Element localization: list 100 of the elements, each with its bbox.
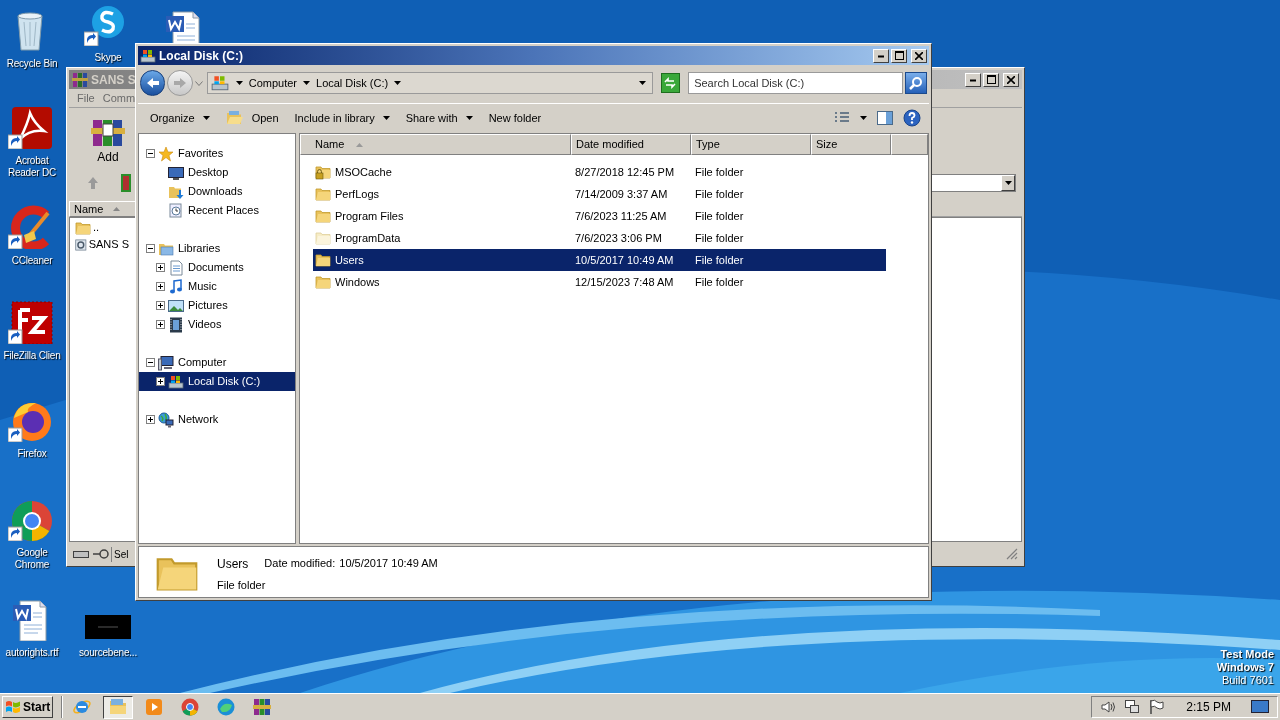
preview-pane-button[interactable] xyxy=(877,111,893,125)
column-header[interactable]: Date modified xyxy=(571,134,691,155)
maximize-button[interactable] xyxy=(983,72,999,87)
column-header[interactable]: Name xyxy=(300,134,571,155)
key-icon xyxy=(93,548,109,560)
close-button[interactable] xyxy=(911,48,927,63)
desktop-icon-label[interactable]: Google Chrome xyxy=(1,547,63,571)
back-button[interactable] xyxy=(140,70,166,96)
toolbar-button[interactable]: Organize xyxy=(144,107,216,129)
minus-icon xyxy=(147,150,154,157)
toolbar-button[interactable]: New folder xyxy=(482,107,548,129)
folder-icon xyxy=(108,697,129,717)
desktop-icon-label[interactable]: Firefox xyxy=(17,448,47,460)
maximize-icon xyxy=(894,51,904,60)
plus-icon xyxy=(157,302,164,309)
tree-item-label: Network xyxy=(178,412,219,428)
add-button[interactable]: Add xyxy=(87,116,129,166)
desktop-icon-label[interactable]: autorights.rtf xyxy=(5,647,59,659)
date-modified: 7/6/2023 11:25 AM xyxy=(574,208,668,224)
collapse-button[interactable] xyxy=(146,358,155,367)
locked-folder-icon xyxy=(315,164,331,180)
desktop-icon-label[interactable]: Acrobat Reader DC xyxy=(1,155,63,179)
maximize-button[interactable] xyxy=(891,48,907,63)
details-date: 10/5/2017 10:49 AM xyxy=(339,556,438,571)
plus-icon xyxy=(157,283,164,290)
sort-icon xyxy=(113,207,121,211)
file-row[interactable]: SANS S xyxy=(71,236,133,253)
close-button[interactable] xyxy=(1003,72,1019,87)
expand-button[interactable] xyxy=(156,320,165,329)
file-type: File folder xyxy=(694,230,745,246)
show-desktop-icon[interactable] xyxy=(1251,699,1269,715)
taskbar-button[interactable] xyxy=(103,695,134,719)
path-dropdown[interactable] xyxy=(930,174,1016,192)
toolbar-button[interactable]: Include in library xyxy=(288,107,396,129)
search-field[interactable]: Search Local Disk (C:) xyxy=(688,72,904,94)
menu-item[interactable]: Comm xyxy=(102,89,136,107)
expand-button[interactable] xyxy=(156,282,165,291)
desktop-icon-label[interactable]: Skype xyxy=(94,52,122,64)
breadcrumb-item[interactable]: Computer xyxy=(248,74,310,92)
minimize-button[interactable] xyxy=(873,48,889,63)
clock[interactable]: 2:15 PM xyxy=(1186,698,1231,716)
desktop-icon-label[interactable]: CCleaner xyxy=(11,255,53,267)
minus-icon xyxy=(147,359,154,366)
file-type: File folder xyxy=(694,252,745,268)
dropdown-caret-icon xyxy=(638,81,646,85)
file-type: File folder xyxy=(694,164,745,180)
plus-icon xyxy=(147,416,154,423)
desktop-icon-label[interactable]: FileZilla Clien xyxy=(3,350,61,362)
file-type: File folder xyxy=(694,186,745,202)
menu-item[interactable]: File xyxy=(77,89,95,107)
dropdown-button[interactable] xyxy=(1001,175,1015,191)
view-options-button[interactable] xyxy=(834,111,867,125)
collapse-button[interactable] xyxy=(146,149,155,158)
expand-button[interactable] xyxy=(156,263,165,272)
date-modified: 8/27/2018 12:45 PM xyxy=(574,164,676,180)
caret-icon xyxy=(465,116,473,120)
start-button[interactable]: Start xyxy=(2,696,54,718)
toolbar-button[interactable]: Open xyxy=(219,107,285,129)
file-name: ProgramData xyxy=(335,230,401,246)
breadcrumb-item[interactable]: Local Disk (C:) xyxy=(316,74,402,92)
date-modified: 12/15/2023 7:48 AM xyxy=(574,274,675,290)
help-button[interactable] xyxy=(903,109,921,127)
resize-grip-icon[interactable] xyxy=(1006,548,1018,560)
expand-button[interactable] xyxy=(146,415,155,424)
drive-icon xyxy=(73,549,89,559)
file-row[interactable]: Users 10/5/2017 10:49 AM File folder xyxy=(313,249,886,271)
window-title: SANS S xyxy=(91,71,136,89)
star-icon xyxy=(158,145,174,162)
address-bar[interactable]: Computer Local Disk (C:) xyxy=(206,72,653,94)
sort-icon xyxy=(356,142,364,147)
network-icon[interactable] xyxy=(1124,699,1141,715)
expand-button[interactable] xyxy=(156,377,165,386)
minimize-button[interactable] xyxy=(965,72,981,87)
forward-arrow-icon xyxy=(174,78,187,88)
caret-icon xyxy=(202,116,210,120)
search-button[interactable] xyxy=(905,72,927,94)
help-icon xyxy=(903,109,921,127)
desktop-icon-label[interactable]: Recycle Bin xyxy=(6,58,58,70)
network-globe-icon xyxy=(158,411,174,428)
flag-icon[interactable] xyxy=(1148,699,1165,715)
tree-item[interactable]: Local Disk (C:) xyxy=(139,372,295,391)
collapse-button[interactable] xyxy=(146,244,155,253)
caret-icon xyxy=(382,116,390,120)
column-header[interactable]: Size xyxy=(811,134,891,155)
file-row[interactable]: .. xyxy=(71,219,133,236)
tree-item-label: Downloads xyxy=(188,184,243,200)
folder-icon xyxy=(75,219,91,236)
toolbar-button[interactable]: Share with xyxy=(399,107,479,129)
expand-button[interactable] xyxy=(156,301,165,310)
caret-icon xyxy=(303,81,310,85)
speaker-icon[interactable] xyxy=(1100,699,1117,715)
tree-item-label: Videos xyxy=(188,317,222,333)
close-icon xyxy=(1007,75,1015,84)
document-icon xyxy=(168,259,184,276)
caret-icon xyxy=(860,116,867,120)
folder-icon xyxy=(315,274,331,290)
refresh-button[interactable] xyxy=(660,73,681,93)
desktop-icon-label[interactable]: sourcebene... xyxy=(79,647,137,659)
details-type: File folder xyxy=(217,578,267,593)
column-header[interactable]: Type xyxy=(691,134,811,155)
